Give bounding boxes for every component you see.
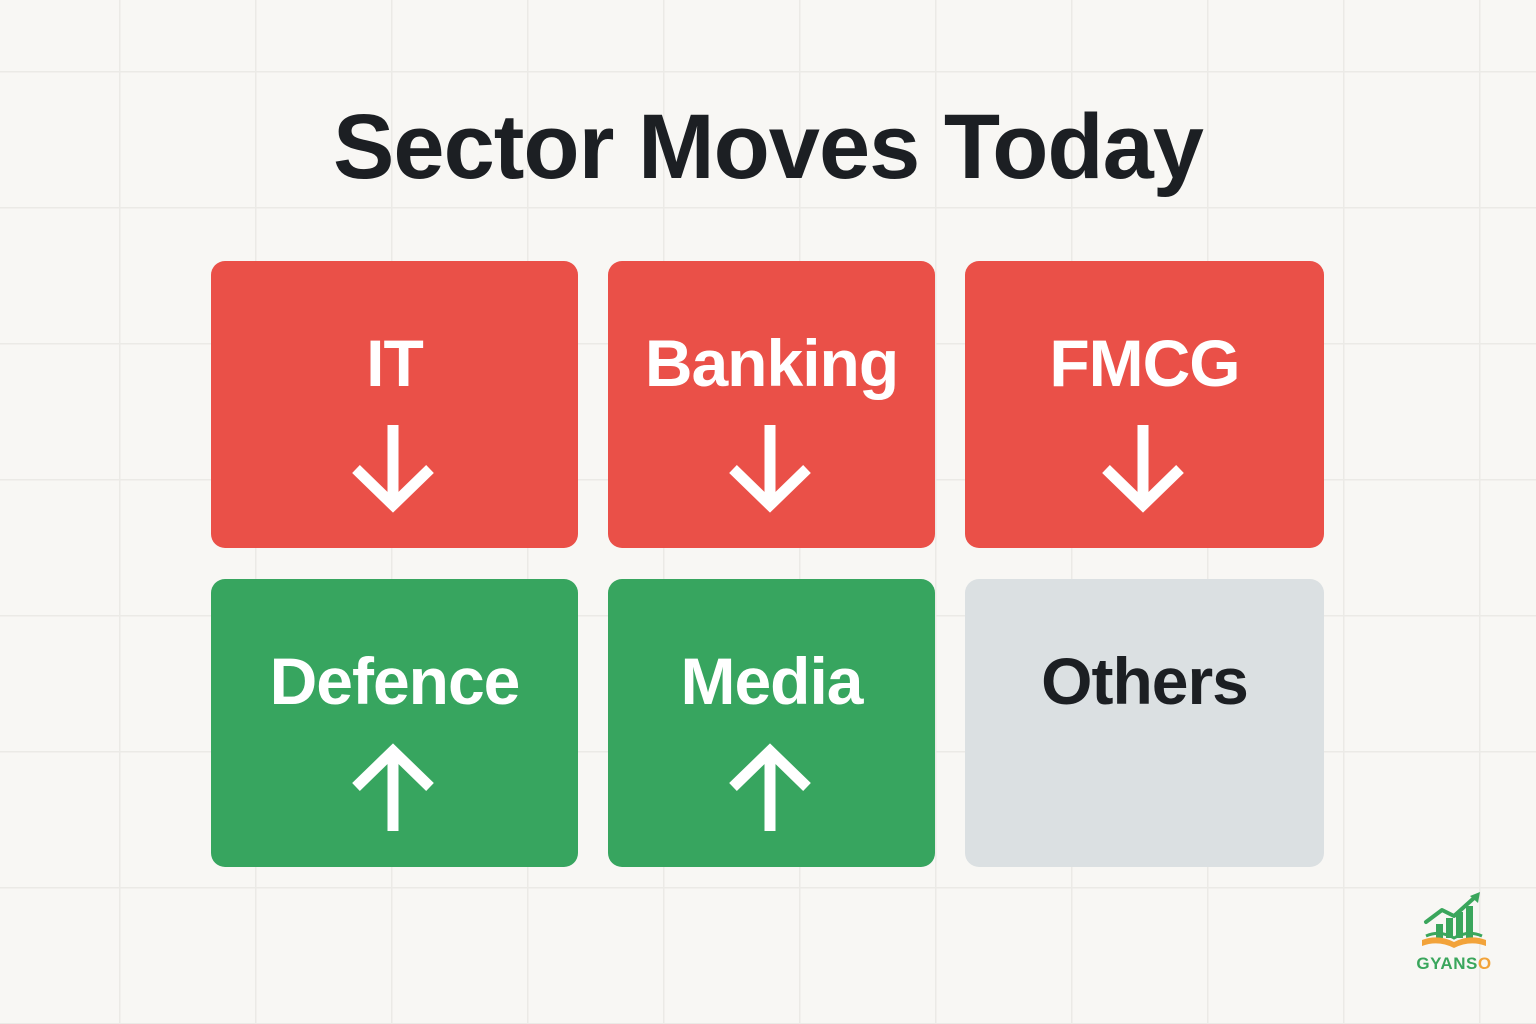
sector-label: Banking <box>644 326 899 400</box>
sector-label: Others <box>1041 644 1249 718</box>
sector-label: FMCG <box>1049 326 1240 400</box>
arrow-up-icon <box>348 739 438 835</box>
arrow-down-icon <box>725 421 815 517</box>
page-title: Sector Moves Today <box>333 96 1204 198</box>
sector-tile-it: IT <box>211 261 578 548</box>
sector-label: Media <box>680 644 863 718</box>
arrow-up-icon <box>725 739 815 835</box>
sector-label: IT <box>366 326 424 400</box>
arrow-down-icon <box>348 421 438 517</box>
sector-tile-media: Media <box>608 579 935 867</box>
sector-tile-fmcg: FMCG <box>965 261 1324 548</box>
sector-tile-banking: Banking <box>608 261 935 548</box>
sector-label: Defence <box>269 644 521 718</box>
gyanso-logo: GYANSO <box>1408 888 1500 980</box>
logo-text: GYANSO <box>1416 954 1492 973</box>
sector-tile-defence: Defence <box>211 579 578 867</box>
arrow-down-icon <box>1098 421 1188 517</box>
growth-chart-book-icon <box>1422 892 1486 948</box>
sector-tile-others: Others <box>965 579 1324 867</box>
